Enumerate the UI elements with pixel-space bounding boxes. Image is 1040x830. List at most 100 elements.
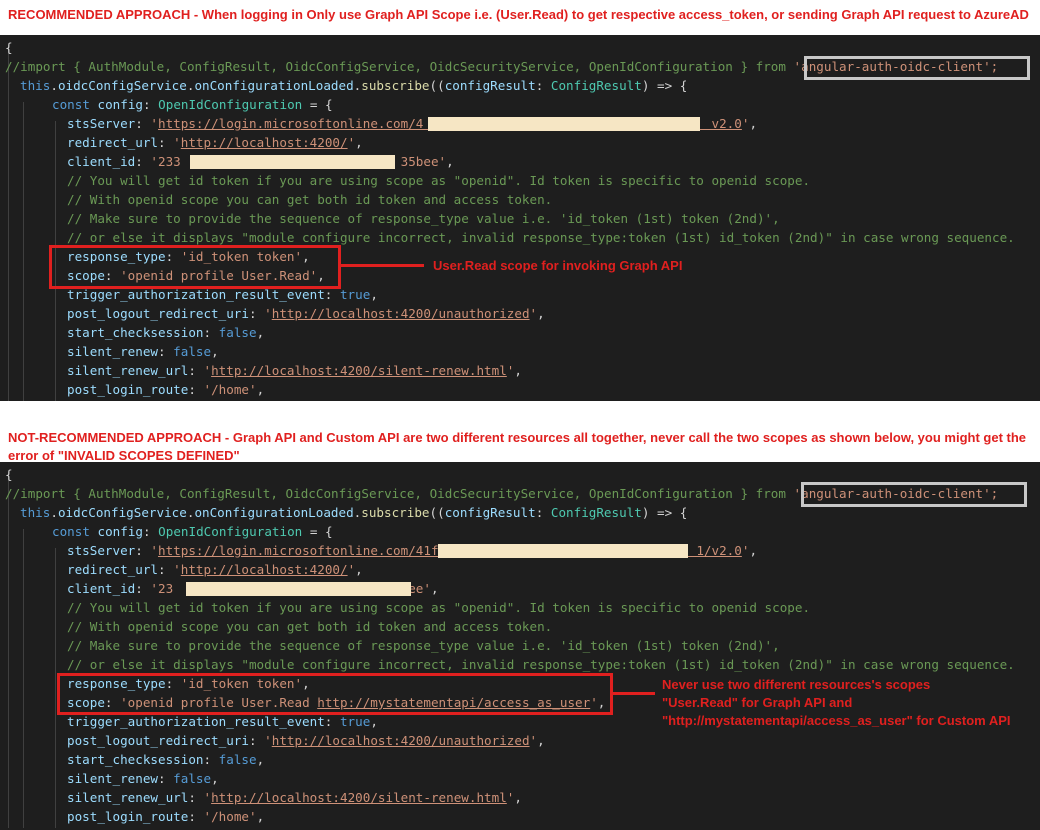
code-line: post_logout_redirect_uri: 'http://localh…	[67, 304, 545, 323]
code-token: '	[264, 733, 272, 748]
code-token: post_login_route	[67, 382, 189, 397]
heading-line: NOT-RECOMMENDED APPROACH - Graph API and…	[8, 430, 1027, 445]
code-token: :	[324, 287, 340, 302]
code-token: trigger_authorization_result_event	[67, 287, 325, 302]
code-line: redirect_url: 'http://localhost:4200/',	[67, 133, 363, 152]
code-token: .	[50, 78, 58, 93]
code-token: :	[158, 771, 174, 786]
redaction-block	[186, 582, 411, 596]
annotation-connector	[610, 692, 655, 695]
code-line: // You will get id token if you are usin…	[67, 598, 810, 617]
code-token: subscribe	[361, 78, 430, 93]
code-token: :	[135, 116, 151, 131]
code-token: ,	[749, 543, 758, 558]
code-line: // Make sure to provide the sequence of …	[67, 209, 780, 228]
code-token: config	[97, 524, 144, 539]
indent-guide	[8, 45, 9, 401]
code-token: trigger_authorization_result_event	[67, 714, 325, 729]
code-line: // You will get id token if you are usin…	[67, 171, 810, 190]
code-token: ,	[514, 363, 522, 378]
code-token: ) => {	[641, 78, 688, 93]
redaction-block	[428, 117, 700, 131]
code-token: OpenIdConfiguration	[158, 524, 303, 539]
not-recommended-annotation: Never use two different resources's scop…	[662, 677, 931, 692]
code-link[interactable]: http://localhost:4200/	[181, 562, 348, 577]
code-line: this.oidcConfigService.onConfigurationLo…	[20, 503, 687, 522]
code-line: // or else it displays "module configure…	[67, 655, 1015, 674]
code-token: '	[529, 733, 538, 748]
code-token: // You will get id token if you are usin…	[67, 600, 811, 615]
code-token: ,	[256, 752, 265, 767]
code-token: :	[248, 733, 265, 748]
indent-guide	[8, 472, 9, 828]
code-token: :	[135, 543, 151, 558]
code-token: start_checksession	[67, 752, 204, 767]
code-token: client_id	[67, 581, 136, 596]
import-highlight-box	[804, 56, 1030, 80]
code-token: '/home'	[203, 809, 257, 824]
code-link[interactable]: http://localhost:4200/silent-renew.html	[211, 363, 507, 378]
code-token: this	[20, 78, 51, 93]
code-token: stsServer	[67, 116, 136, 131]
code-token: :	[143, 524, 159, 539]
code-token: ,	[355, 135, 363, 150]
code-token: start_checksession	[67, 325, 204, 340]
code-line: const config: OpenIdConfiguration = {	[52, 522, 333, 541]
code-token: '	[173, 135, 181, 150]
code-token: ((	[429, 78, 445, 93]
code-line: // Make sure to provide the sequence of …	[67, 636, 780, 655]
code-token: // Make sure to provide the sequence of …	[67, 211, 780, 226]
not-recommended-annotation: "User.Read" for Graph API and	[662, 695, 853, 710]
code-token: = {	[302, 97, 333, 112]
code-token: onConfigurationLoaded	[194, 505, 354, 520]
code-token: :	[188, 790, 204, 805]
code-token: ,	[355, 562, 363, 577]
code-line: silent_renew: false,	[67, 769, 219, 788]
code-token: redirect_url	[67, 562, 158, 577]
code-token: // or else it displays "module configure…	[67, 657, 1015, 672]
scope-highlight-box	[49, 245, 341, 289]
code-line: // With openid scope you can get both id…	[67, 617, 552, 636]
code-token: false	[173, 344, 212, 359]
code-link[interactable]: http://localhost:4200/unauthorized	[272, 733, 530, 748]
code-line: post_login_route: '/home',	[67, 807, 264, 826]
code-line: post_login_route: '/home',	[67, 380, 264, 399]
code-token: '	[529, 306, 538, 321]
code-line: start_checksession: false,	[67, 750, 264, 769]
code-line: {	[5, 38, 13, 57]
code-token: OpenIdConfiguration	[158, 97, 303, 112]
code-token: :	[324, 714, 340, 729]
code-token: '	[203, 363, 212, 378]
annotation-connector	[338, 264, 424, 267]
code-line: silent_renew_url: 'http://localhost:4200…	[67, 361, 522, 380]
code-line: redirect_url: 'http://localhost:4200/',	[67, 560, 363, 579]
redaction-block	[438, 544, 688, 558]
code-token: {	[5, 467, 13, 482]
code-token: '	[264, 306, 272, 321]
code-line: start_checksession: false,	[67, 323, 264, 342]
code-token: // With openid scope you can get both id…	[67, 619, 553, 634]
code-token: :	[158, 135, 174, 150]
code-token: ,	[537, 306, 545, 321]
code-link[interactable]: http://localhost:4200/unauthorized	[272, 306, 530, 321]
code-token: oidcConfigService	[57, 78, 187, 93]
code-link[interactable]: http://localhost:4200/	[181, 135, 348, 150]
code-token: // Make sure to provide the sequence of …	[67, 638, 780, 653]
code-token: ConfigResult	[550, 78, 642, 93]
code-token: :	[188, 363, 204, 378]
code-token: :	[188, 382, 204, 397]
code-token: :	[248, 306, 265, 321]
code-token: true	[339, 714, 371, 729]
code-token: const	[52, 97, 98, 112]
code-token: ,	[256, 325, 265, 340]
code-token: '	[173, 562, 181, 577]
code-token: const	[52, 524, 98, 539]
code-token: '	[150, 116, 159, 131]
code-line: this.oidcConfigService.onConfigurationLo…	[20, 76, 687, 95]
code-link[interactable]: http://localhost:4200/silent-renew.html	[211, 790, 507, 805]
code-token: // You will get id token if you are usin…	[67, 173, 811, 188]
code-token: :	[203, 325, 219, 340]
code-token: ) => {	[641, 505, 688, 520]
code-token: //import { AuthModule, ConfigResult, Oid…	[5, 486, 794, 501]
code-token: '/home'	[203, 382, 257, 397]
